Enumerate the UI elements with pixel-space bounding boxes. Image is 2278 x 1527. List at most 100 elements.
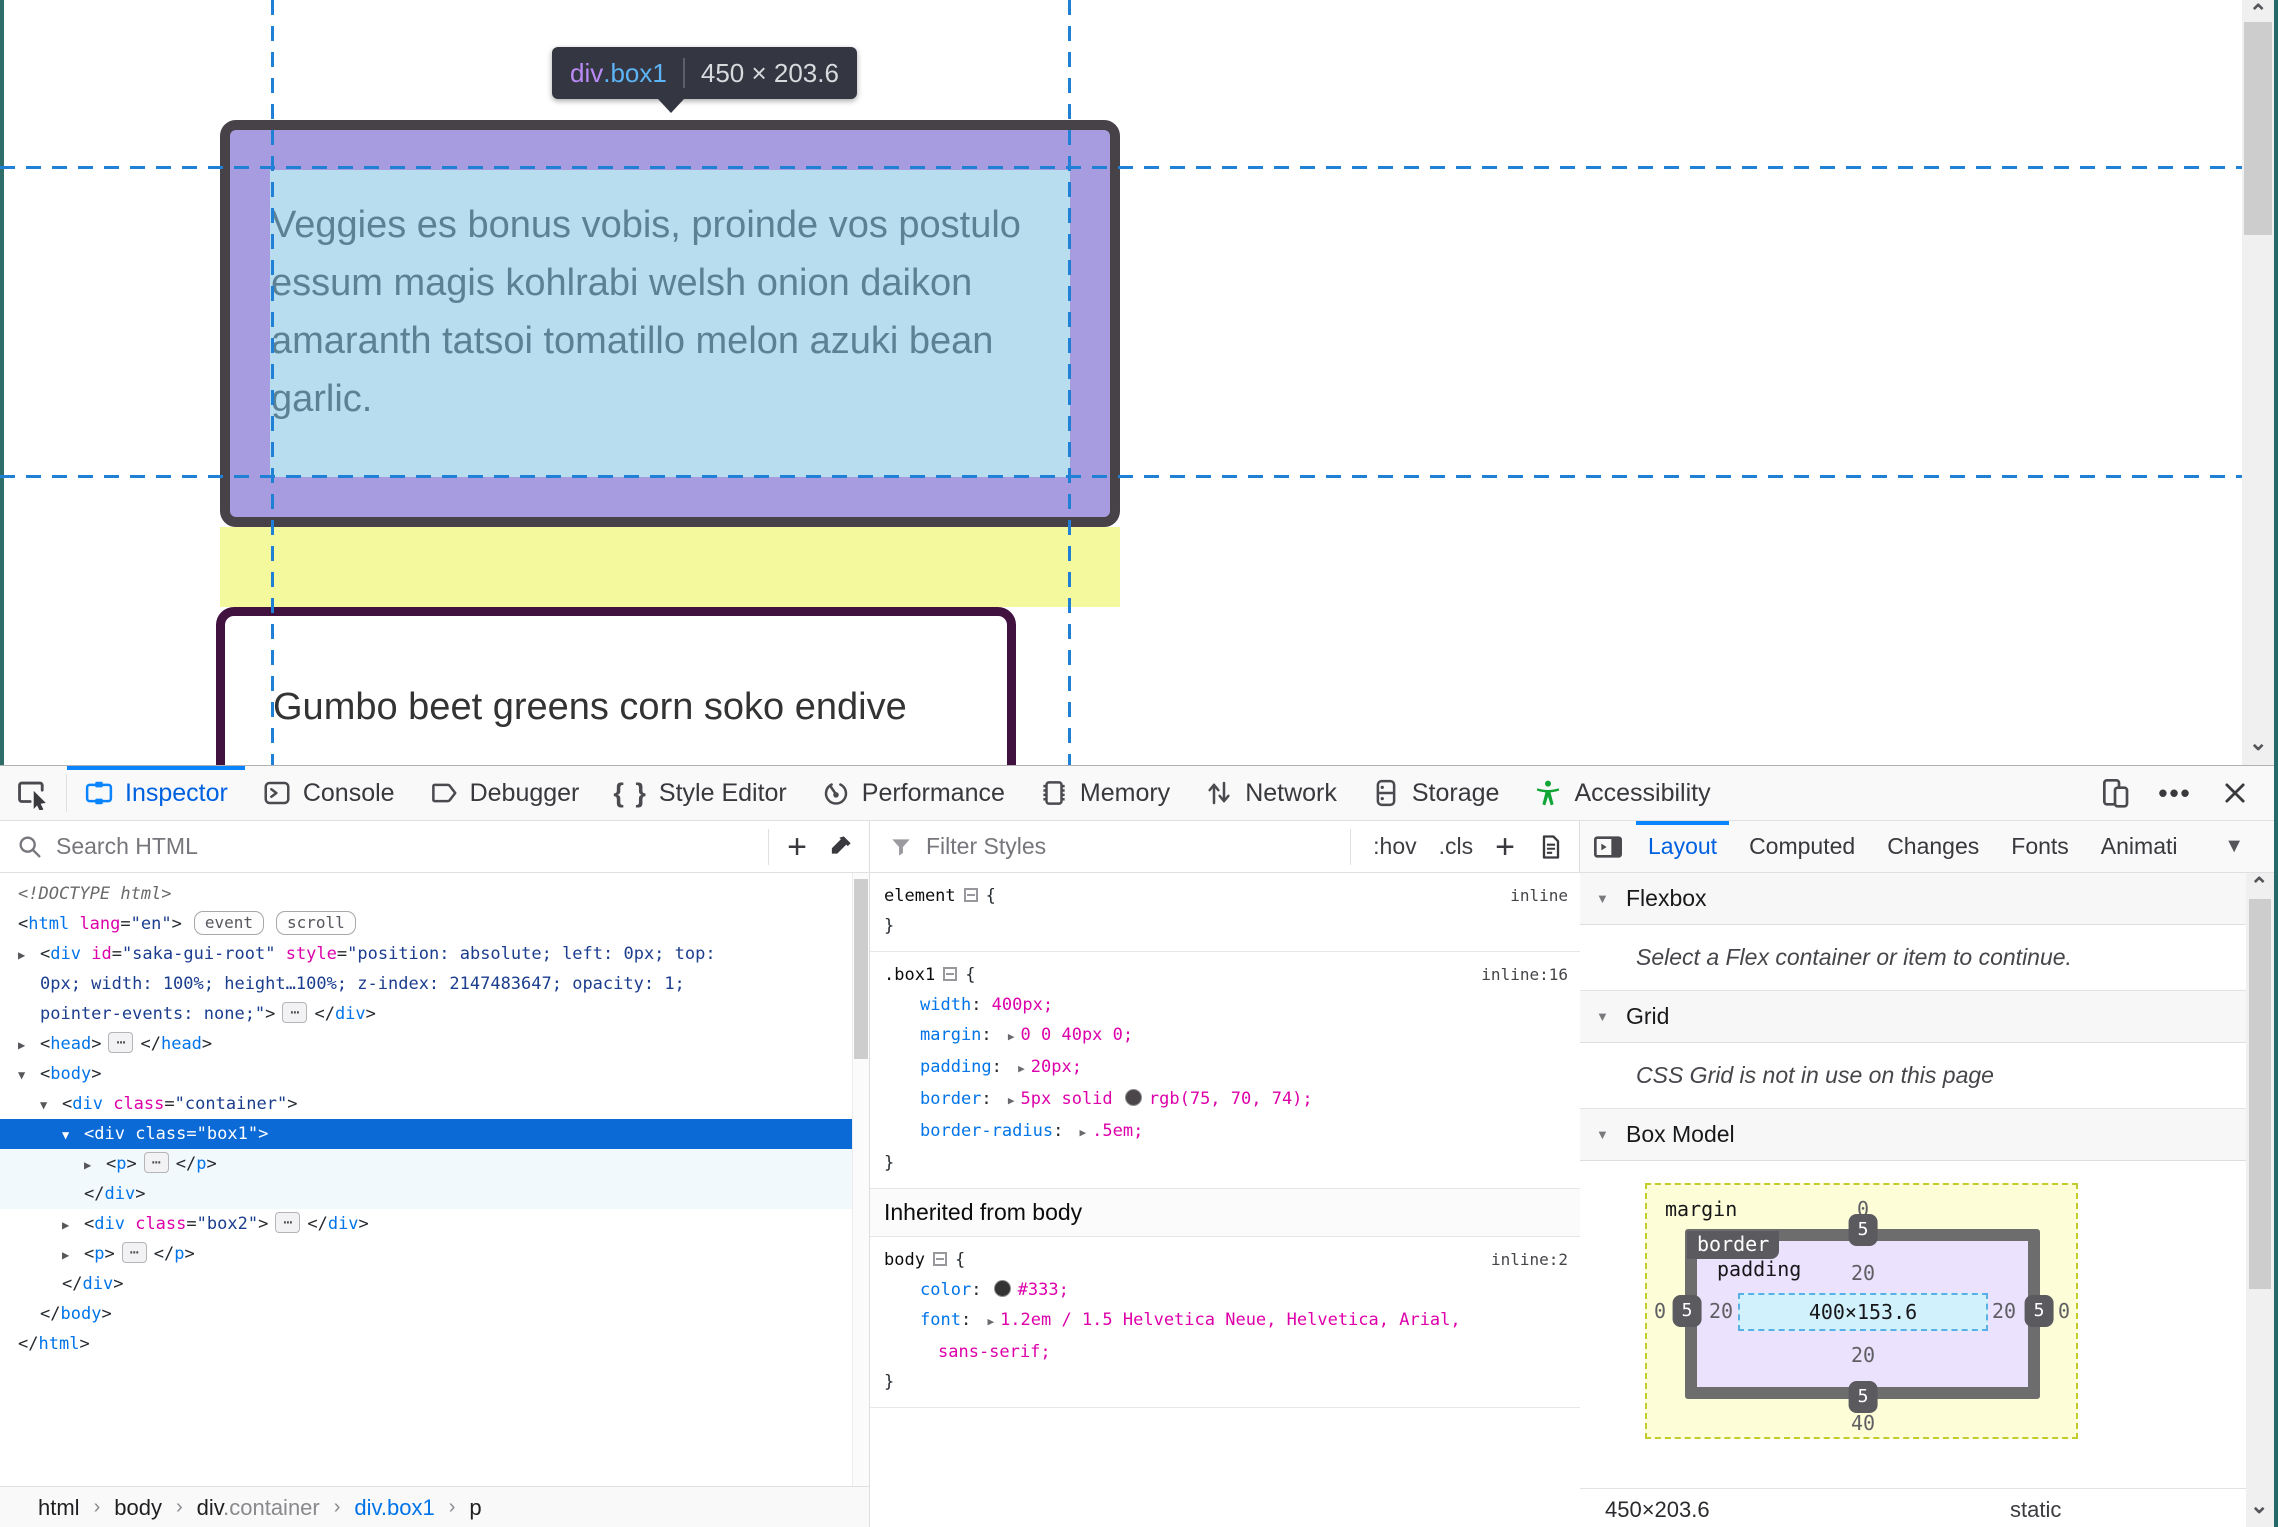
- rule-source-link[interactable]: inline:16: [1481, 960, 1568, 990]
- boxmodel-section-header[interactable]: ▼ Box Model: [1580, 1109, 2278, 1161]
- markup-row[interactable]: ▶ <p> ⋯ </p>: [0, 1239, 852, 1269]
- sidebar-tab-animati[interactable]: Animati: [2085, 821, 2194, 873]
- devtools-tab-accessibility[interactable]: Accessibility: [1516, 766, 1727, 820]
- sidebar-scroll-up-icon[interactable]: ⌃: [2250, 875, 2268, 897]
- selector-highlighter-icon[interactable]: [932, 1252, 947, 1266]
- expand-shorthand-icon[interactable]: ▶: [1080, 1126, 1087, 1139]
- rule-source-link[interactable]: inline:2: [1491, 1245, 1568, 1275]
- sidebar-tab-computed[interactable]: Computed: [1733, 821, 1871, 873]
- devtools-tab-style-editor[interactable]: { } Style Editor: [596, 766, 803, 820]
- markup-scrollbar-thumb[interactable]: [854, 879, 868, 1059]
- pseudo-class-toggle[interactable]: :hov: [1373, 833, 1416, 860]
- padding-right-value[interactable]: 20: [1992, 1299, 2016, 1323]
- markup-row[interactable]: <!DOCTYPE html>: [0, 879, 852, 909]
- padding-top-value[interactable]: 20: [1851, 1261, 1875, 1285]
- border-top-value[interactable]: 5: [1848, 1214, 1878, 1246]
- markup-row[interactable]: ▶ <div id="saka-gui-root" style="position…: [0, 939, 852, 969]
- selector-highlighter-icon[interactable]: [943, 967, 958, 981]
- devtools-tab-memory[interactable]: Memory: [1022, 766, 1187, 820]
- filter-styles-input[interactable]: Filter Styles: [926, 833, 1046, 860]
- responsive-design-mode-button[interactable]: [2092, 770, 2138, 816]
- sidebar-scrollbar-thumb[interactable]: [2249, 899, 2271, 1289]
- breadcrumb-item-divbox1[interactable]: div.box1: [354, 1495, 434, 1521]
- devtools-tab-inspector[interactable]: Inspector: [67, 766, 245, 820]
- devtools-tab-console[interactable]: Console: [245, 766, 412, 820]
- print-simulation-icon[interactable]: [1537, 833, 1565, 861]
- expand-shorthand-icon[interactable]: ▶: [987, 1315, 994, 1328]
- collapsed-twisty-icon[interactable]: ▶: [62, 1210, 84, 1240]
- markup-row[interactable]: ▶ <p> ⋯ </p>: [0, 1149, 852, 1179]
- css-declaration[interactable]: font: ▶ 1.2em / 1.5 Helvetica Neue, Helve…: [884, 1305, 1568, 1337]
- collapsed-content-icon[interactable]: ⋯: [108, 1032, 134, 1053]
- markup-row-selected[interactable]: ▼ <div class="box1">: [0, 1119, 852, 1149]
- add-rule-button[interactable]: +: [1495, 830, 1515, 864]
- color-swatch[interactable]: [1124, 1089, 1142, 1106]
- collapsed-twisty-icon[interactable]: ▶: [18, 940, 40, 970]
- collapsed-content-icon[interactable]: ⋯: [275, 1212, 301, 1233]
- event-badge[interactable]: event: [193, 911, 265, 935]
- sidebar-tab-layout[interactable]: Layout: [1632, 820, 1733, 873]
- sidebar-tab-fonts[interactable]: Fonts: [1995, 821, 2085, 873]
- breadcrumb-item-html[interactable]: html: [38, 1495, 80, 1521]
- devtools-tab-debugger[interactable]: Debugger: [412, 766, 597, 820]
- devtools-tab-network[interactable]: Network: [1187, 766, 1354, 820]
- boxmodel-content-box[interactable]: 400×153.6: [1738, 1293, 1988, 1331]
- css-declaration[interactable]: border-radius: ▶ .5em;: [884, 1116, 1568, 1148]
- padding-bottom-value[interactable]: 20: [1851, 1343, 1875, 1367]
- markup-row[interactable]: ▼ <div class="container">: [0, 1089, 852, 1119]
- collapsed-content-icon[interactable]: ⋯: [282, 1002, 308, 1023]
- expanded-twisty-icon[interactable]: ▼: [40, 1090, 62, 1120]
- markup-row[interactable]: pointer-events: none;"> ⋯ </div>: [0, 999, 852, 1029]
- add-node-button[interactable]: +: [787, 830, 807, 864]
- collapsed-content-icon[interactable]: ⋯: [143, 1152, 169, 1173]
- css-declaration[interactable]: margin: ▶ 0 0 40px 0;: [884, 1020, 1568, 1052]
- markup-row[interactable]: </body>: [0, 1299, 852, 1329]
- devtools-tab-storage[interactable]: Storage: [1354, 766, 1517, 820]
- class-toggle[interactable]: .cls: [1439, 833, 1474, 860]
- border-right-value[interactable]: 5: [2024, 1295, 2054, 1327]
- markup-row[interactable]: ▶ <div class="box2"> ⋯ </div>: [0, 1209, 852, 1239]
- scroll-up-icon[interactable]: ⌃: [2249, 2, 2267, 24]
- expanded-twisty-icon[interactable]: ▼: [62, 1120, 84, 1150]
- collapsed-twisty-icon[interactable]: ▶: [18, 1030, 40, 1060]
- sidebar-all-tabs-icon[interactable]: ▼: [2224, 835, 2278, 858]
- css-declaration[interactable]: color: #333;: [884, 1275, 1568, 1305]
- expand-shorthand-icon[interactable]: ▶: [1018, 1062, 1025, 1075]
- margin-bottom-value[interactable]: 40: [1851, 1411, 1875, 1435]
- search-input[interactable]: Search HTML: [56, 833, 198, 860]
- collapsed-twisty-icon[interactable]: ▶: [84, 1150, 106, 1180]
- sidebar-toggle-icon[interactable]: [1592, 831, 1624, 863]
- devtools-close-button[interactable]: [2212, 770, 2258, 816]
- eyedropper-button[interactable]: [825, 832, 855, 862]
- rule-selector[interactable]: element: [884, 886, 956, 906]
- markup-row[interactable]: <html lang="en"> event scroll: [0, 909, 852, 939]
- page-scrollbar-thumb[interactable]: [2244, 22, 2272, 235]
- scroll-badge[interactable]: scroll: [276, 911, 356, 935]
- markup-row[interactable]: </html>: [0, 1329, 852, 1359]
- node-picker-button[interactable]: [0, 766, 66, 820]
- margin-right-value[interactable]: 0: [2058, 1299, 2070, 1323]
- flexbox-section-header[interactable]: ▼ Flexbox: [1580, 873, 2278, 925]
- devtools-meatball-menu-button[interactable]: •••: [2152, 770, 2198, 816]
- breadcrumb-item-body[interactable]: body: [114, 1495, 162, 1521]
- markup-row[interactable]: ▼ <body>: [0, 1059, 852, 1089]
- expand-shorthand-icon[interactable]: ▶: [1008, 1094, 1015, 1107]
- markup-row[interactable]: 0px; width: 100%; height…100%; z-index: …: [0, 969, 852, 999]
- border-left-value[interactable]: 5: [1672, 1295, 1702, 1327]
- expand-shorthand-icon[interactable]: ▶: [1008, 1030, 1015, 1043]
- border-bottom-value[interactable]: 5: [1848, 1381, 1878, 1413]
- padding-left-value[interactable]: 20: [1709, 1299, 1733, 1323]
- markup-row[interactable]: </div>: [0, 1179, 852, 1209]
- sidebar-tab-changes[interactable]: Changes: [1871, 821, 1995, 873]
- selector-highlighter-icon[interactable]: [963, 888, 978, 902]
- devtools-tab-performance[interactable]: Performance: [804, 766, 1022, 820]
- color-swatch[interactable]: [993, 1280, 1011, 1297]
- breadcrumb-item-p[interactable]: p: [469, 1495, 481, 1521]
- css-declaration[interactable]: width: 400px;: [884, 990, 1568, 1020]
- margin-left-value[interactable]: 0: [1654, 1299, 1666, 1323]
- expanded-twisty-icon[interactable]: ▼: [18, 1060, 40, 1090]
- scroll-down-icon[interactable]: ⌄: [2249, 732, 2267, 754]
- rule-selector[interactable]: body: [884, 1250, 925, 1270]
- rule-selector[interactable]: .box1: [884, 965, 935, 985]
- markup-row[interactable]: </div>: [0, 1269, 852, 1299]
